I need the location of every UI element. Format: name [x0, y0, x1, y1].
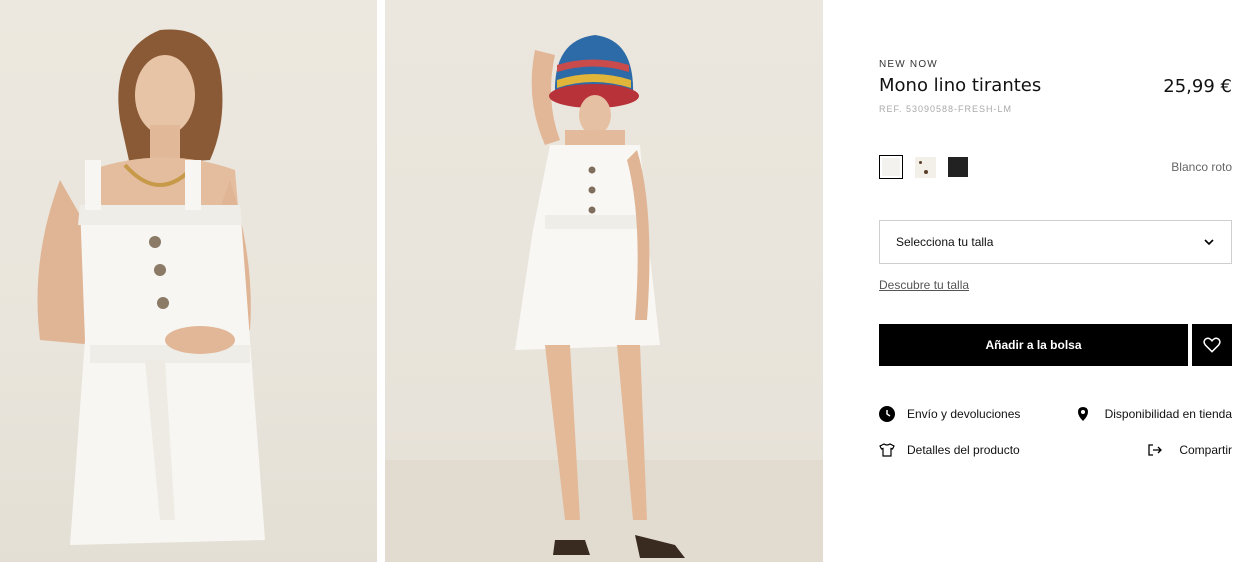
shipping-returns-label: Envío y devoluciones	[907, 407, 1021, 421]
model-illustration-full	[385, 35, 823, 562]
store-availability-label: Disponibilidad en tienda	[1104, 407, 1232, 421]
product-title: Mono lino tirantes	[879, 75, 1042, 96]
share-icon	[1148, 444, 1163, 456]
size-guide-link[interactable]: Descubre tu talla	[879, 278, 969, 292]
selected-color-name: Blanco roto	[1171, 160, 1232, 174]
location-pin-icon	[1077, 407, 1088, 421]
product-image-full[interactable]	[385, 0, 823, 562]
product-details-link[interactable]: Detalles del producto	[879, 442, 1020, 458]
heart-icon	[1203, 337, 1221, 353]
share-link[interactable]: Compartir	[1147, 442, 1232, 458]
add-to-bag-button[interactable]: Añadir a la bolsa	[879, 324, 1188, 366]
color-swatch-negro[interactable]	[948, 157, 968, 177]
collection-label: NEW NOW	[879, 59, 938, 70]
color-swatch-estampado[interactable]	[915, 156, 936, 178]
favorite-button[interactable]	[1192, 324, 1232, 366]
tshirt-icon	[879, 443, 895, 457]
clock-icon	[879, 406, 895, 422]
size-dropdown[interactable]: Selecciona tu talla	[879, 220, 1232, 264]
chevron-down-icon	[1204, 239, 1214, 246]
size-dropdown-label: Selecciona tu talla	[896, 235, 994, 249]
model-illustration-front	[37, 29, 265, 545]
product-info-panel: NEW NOW Mono lino tirantes 25,99 € REF. …	[879, 0, 1232, 562]
product-reference: REF. 53090588-FRESH-LM	[879, 104, 1013, 114]
product-details-label: Detalles del producto	[907, 443, 1020, 457]
color-swatch-blanco-roto[interactable]	[879, 155, 903, 179]
color-swatches	[879, 155, 968, 179]
shipping-returns-link[interactable]: Envío y devoluciones	[879, 406, 1020, 422]
product-image-front[interactable]	[0, 0, 377, 562]
store-availability-link[interactable]: Disponibilidad en tienda	[1075, 406, 1232, 422]
product-price: 25,99 €	[1163, 76, 1232, 97]
share-label: Compartir	[1179, 443, 1232, 457]
